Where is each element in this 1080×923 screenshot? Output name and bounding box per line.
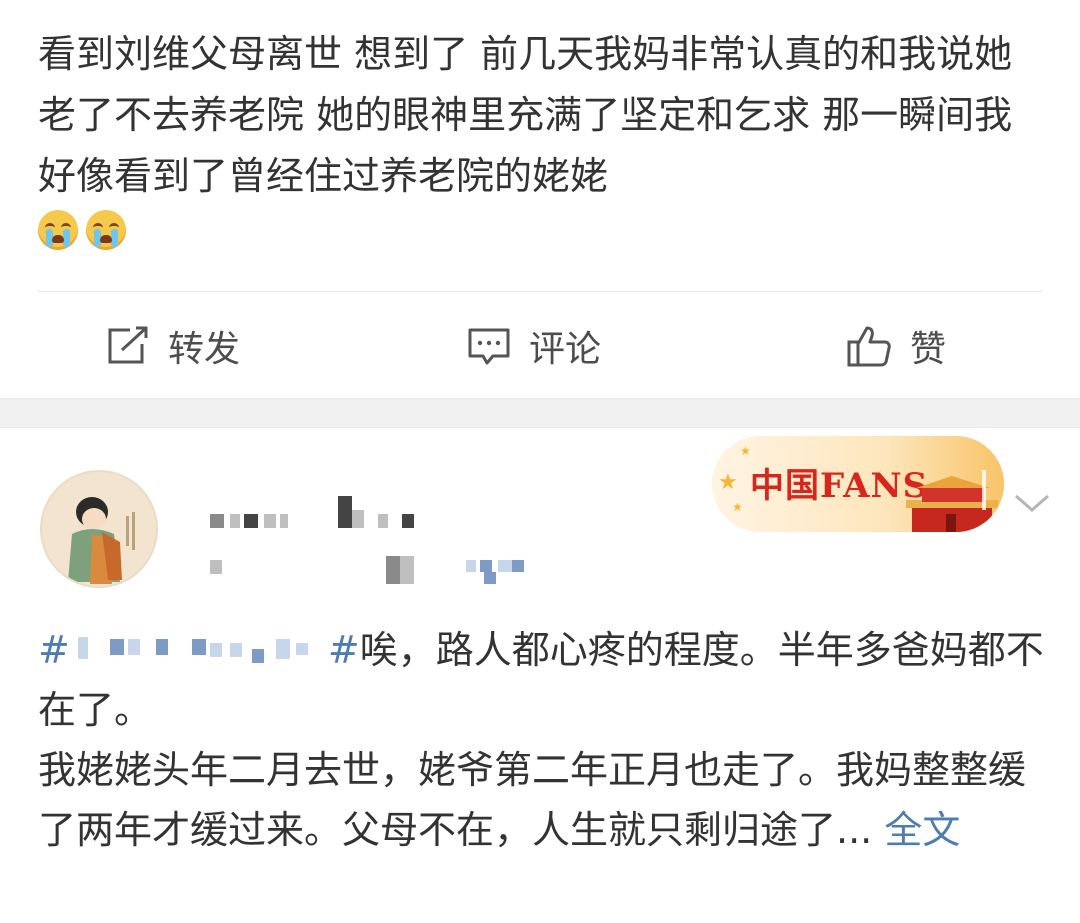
repost-icon	[108, 326, 148, 364]
like-label: 赞	[910, 329, 947, 370]
feed-separator	[0, 398, 1080, 428]
repost-button[interactable]: 转发	[106, 318, 240, 374]
emoji-row	[38, 210, 126, 250]
topic-hashtag[interactable]: # #	[38, 628, 360, 672]
tiananmen-gate-icon	[906, 470, 998, 532]
comment-button[interactable]: 评论	[467, 318, 601, 374]
divider	[38, 291, 1042, 292]
weibo-post-1: 看到刘维父母离世 想到了 前几天我妈非常认真的和我说她老了不去养老院 她的眼神里…	[0, 0, 1080, 398]
crying-face-icon	[86, 210, 126, 250]
post-2-text: # #唉，路人都心疼的程度。半年多爸妈都不在了。 我姥姥头年二月去世，姥爷第二年正月…	[38, 620, 1048, 860]
chevron-down-icon[interactable]	[1012, 490, 1052, 516]
like-button[interactable]: 赞	[846, 318, 946, 374]
username-redacted[interactable]	[200, 488, 430, 538]
post-2-body-2: 我姥姥头年二月去世，姥爷第二年正月也走了。我妈整整缓了两年才缓过来。父母不在，人…	[38, 748, 1027, 852]
comment-icon	[468, 328, 510, 365]
repost-label: 转发	[168, 329, 241, 370]
thumbs-up-icon	[847, 326, 891, 367]
china-fans-badge[interactable]: ★ ★ ★ 中国FANS	[712, 436, 1004, 532]
read-more-link[interactable]: 全文	[884, 808, 960, 852]
weibo-post-2: ★ ★ ★ 中国FANS # #唉，路人都心疼的程度。半年多爸妈都不在了。 我姥姥头…	[0, 428, 1080, 923]
avatar[interactable]	[40, 470, 158, 588]
post-1-text: 看到刘维父母离世 想到了 前几天我妈非常认真的和我说她老了不去养老院 她的眼神里…	[38, 32, 1013, 198]
comment-label: 评论	[529, 329, 602, 370]
post-action-bar: 转发 评论 赞	[0, 300, 1080, 395]
crying-face-icon	[38, 210, 78, 250]
post-meta-redacted	[200, 556, 540, 590]
topic-redacted	[70, 629, 328, 667]
avatar-figure-icon	[42, 472, 156, 586]
